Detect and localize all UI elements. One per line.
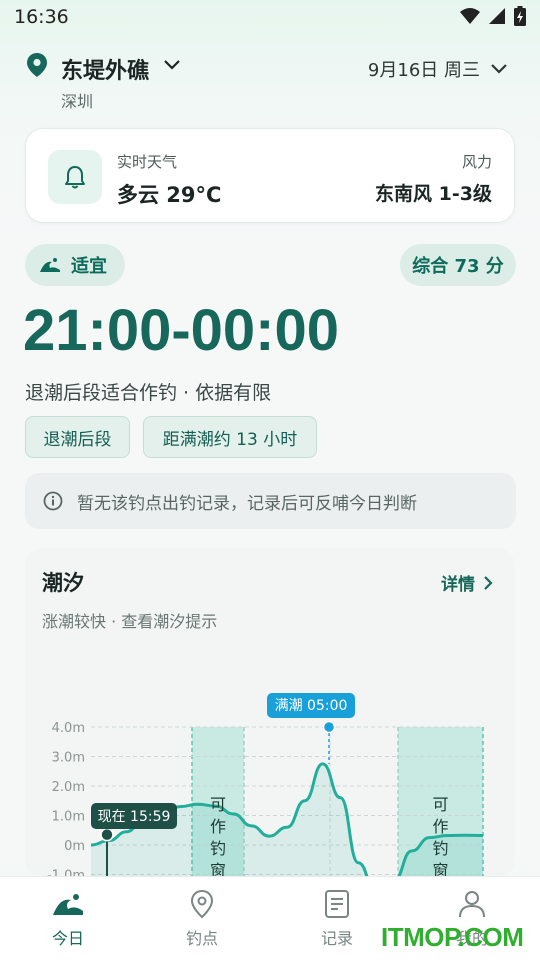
notice-banner: 暂无该钓点出钓记录，记录后可反哺今日判断 <box>25 473 516 529</box>
suitability-text: 适宜 <box>71 256 107 277</box>
tide-card: 4.0m 3.0m 2.0m 1.0m 0m -1.0m 可作钓窗可作钓窗现在 15:59 满… <box>25 548 515 878</box>
notice-text: 暂无该钓点出钓记录，记录后可反哺今日判断 <box>77 493 417 514</box>
chevron-down-icon <box>491 64 507 74</box>
tide-detail-link[interactable]: 详情 <box>441 570 493 595</box>
fishing-window-description: 退潮后段适合作钓 · 依据有限 <box>25 382 272 404</box>
chevron-down-icon[interactable] <box>163 58 181 72</box>
score-badge: 综合 73 分 <box>400 244 516 286</box>
y-tick-label: 0m <box>64 839 85 854</box>
now-marker <box>100 827 114 842</box>
location-pin-icon <box>27 53 47 77</box>
chevron-right-icon <box>484 575 493 590</box>
fishing-window-label-char: 可 <box>210 795 226 814</box>
wifi-icon <box>460 8 480 24</box>
location-header: 东堤外礁 深圳 9月16日 周三 <box>26 50 516 111</box>
y-tick-label: 4.0m <box>52 721 85 736</box>
wind-value: 东南风 1-3级 <box>375 183 492 205</box>
nav-records-label: 记录 <box>320 929 353 948</box>
weather-value: 多云 29°C <box>117 183 222 207</box>
nav-spots-label: 钓点 <box>185 929 218 948</box>
spot-name-selector[interactable]: 东堤外礁 <box>61 53 149 85</box>
watermark: ITMOP.COM <box>381 922 524 952</box>
signal-icon <box>489 8 505 24</box>
fishing-window-label-char: 作 <box>432 817 448 836</box>
tag-tide-phase: 退潮后段 <box>25 416 130 458</box>
high-tide-marker <box>322 720 336 734</box>
tag-time-to-high-tide: 距满潮约 13 小时 <box>143 416 317 458</box>
tide-title: 潮汐 <box>42 571 84 595</box>
suitability-badge: 适宜 <box>25 244 125 286</box>
nav-today-label: 今日 <box>51 929 84 948</box>
tide-chart: 4.0m3.0m2.0m1.0m0m-1.0m可作钓窗可作钓窗现在 15:59满… <box>47 693 484 878</box>
fishing-window-label-char: 钓 <box>210 839 226 858</box>
status-icons <box>460 6 526 26</box>
date-label: 9月16日 周三 <box>367 60 480 81</box>
location-pin-icon <box>190 889 214 919</box>
info-icon <box>43 491 63 511</box>
nav-spots[interactable]: 钓点 <box>157 889 247 949</box>
bell-icon <box>65 166 85 189</box>
tide-detail-label: 详情 <box>441 575 475 595</box>
document-icon <box>325 890 349 918</box>
y-tick-label: 1.0m <box>52 810 85 825</box>
score-text: 综合 73 分 <box>412 256 504 277</box>
high-tide-tooltip-text: 满潮 05:00 <box>275 698 348 714</box>
battery-charging-icon <box>514 6 526 26</box>
nav-records[interactable]: 记录 <box>292 889 382 949</box>
user-icon <box>459 891 485 918</box>
fishing-window-time: 21:00-00:00 <box>23 298 339 363</box>
now-tooltip-text: 现在 15:59 <box>98 809 171 825</box>
status-time: 16:36 <box>14 6 69 28</box>
tide-subtitle: 涨潮较快 · 查看潮汐提示 <box>42 612 218 631</box>
weather-icon-box <box>48 150 102 204</box>
city-label: 深圳 <box>61 92 94 111</box>
wind-label: 风力 <box>461 153 492 171</box>
wave-icon <box>40 258 60 272</box>
fishing-window-label-char: 作 <box>210 817 226 836</box>
y-tick-label: 3.0m <box>52 751 85 766</box>
wave-icon <box>53 894 83 915</box>
fishing-window-label-char: 可 <box>432 795 448 814</box>
nav-today[interactable]: 今日 <box>23 889 113 949</box>
fishing-window-label-char: 钓 <box>432 839 448 858</box>
status-bar: 16:36 <box>0 0 540 36</box>
date-selector[interactable]: 9月16日 周三 <box>368 56 508 82</box>
weather-label: 实时天气 <box>117 153 178 171</box>
y-tick-label: 2.0m <box>52 780 85 795</box>
weather-card[interactable]: 实时天气 多云 29°C 风力 东南风 1-3级 <box>25 128 515 223</box>
